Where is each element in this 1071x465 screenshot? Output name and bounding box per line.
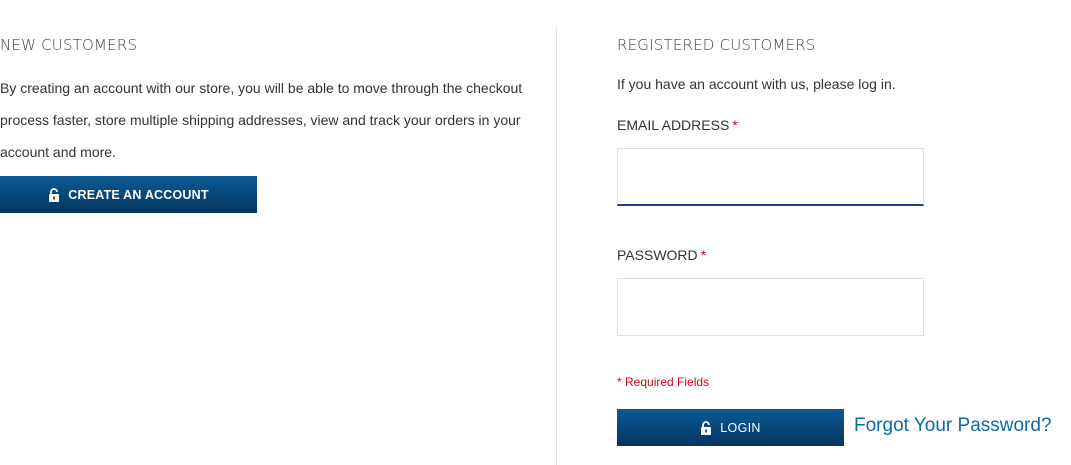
email-required-marker: * xyxy=(732,117,738,133)
required-fields-note: * Required Fields xyxy=(617,375,710,389)
new-customers-description: By creating an account with our store, y… xyxy=(0,80,523,160)
column-divider xyxy=(556,28,557,465)
unlock-icon xyxy=(49,187,60,202)
password-label-text: PASSWORD xyxy=(617,247,698,263)
login-button[interactable]: LOGIN xyxy=(617,409,844,446)
login-intro: If you have an account with us, please l… xyxy=(617,76,896,92)
unlock-icon xyxy=(701,420,712,435)
new-customers-title: NEW CUSTOMERS xyxy=(0,36,138,54)
email-label-text: EMAIL ADDRESS xyxy=(617,117,730,133)
create-account-label: CREATE AN ACCOUNT xyxy=(68,187,209,202)
password-required-marker: * xyxy=(700,247,707,263)
login-label: LOGIN xyxy=(720,420,761,435)
password-field[interactable] xyxy=(617,278,924,336)
registered-customers-title: REGISTERED CUSTOMERS xyxy=(617,36,816,54)
create-account-button[interactable]: CREATE AN ACCOUNT xyxy=(0,176,257,213)
email-label: EMAIL ADDRESS * xyxy=(617,117,738,133)
forgot-password-link[interactable]: Forgot Your Password? xyxy=(854,415,1052,437)
email-field[interactable] xyxy=(617,148,924,206)
password-label: PASSWORD * xyxy=(617,247,706,263)
